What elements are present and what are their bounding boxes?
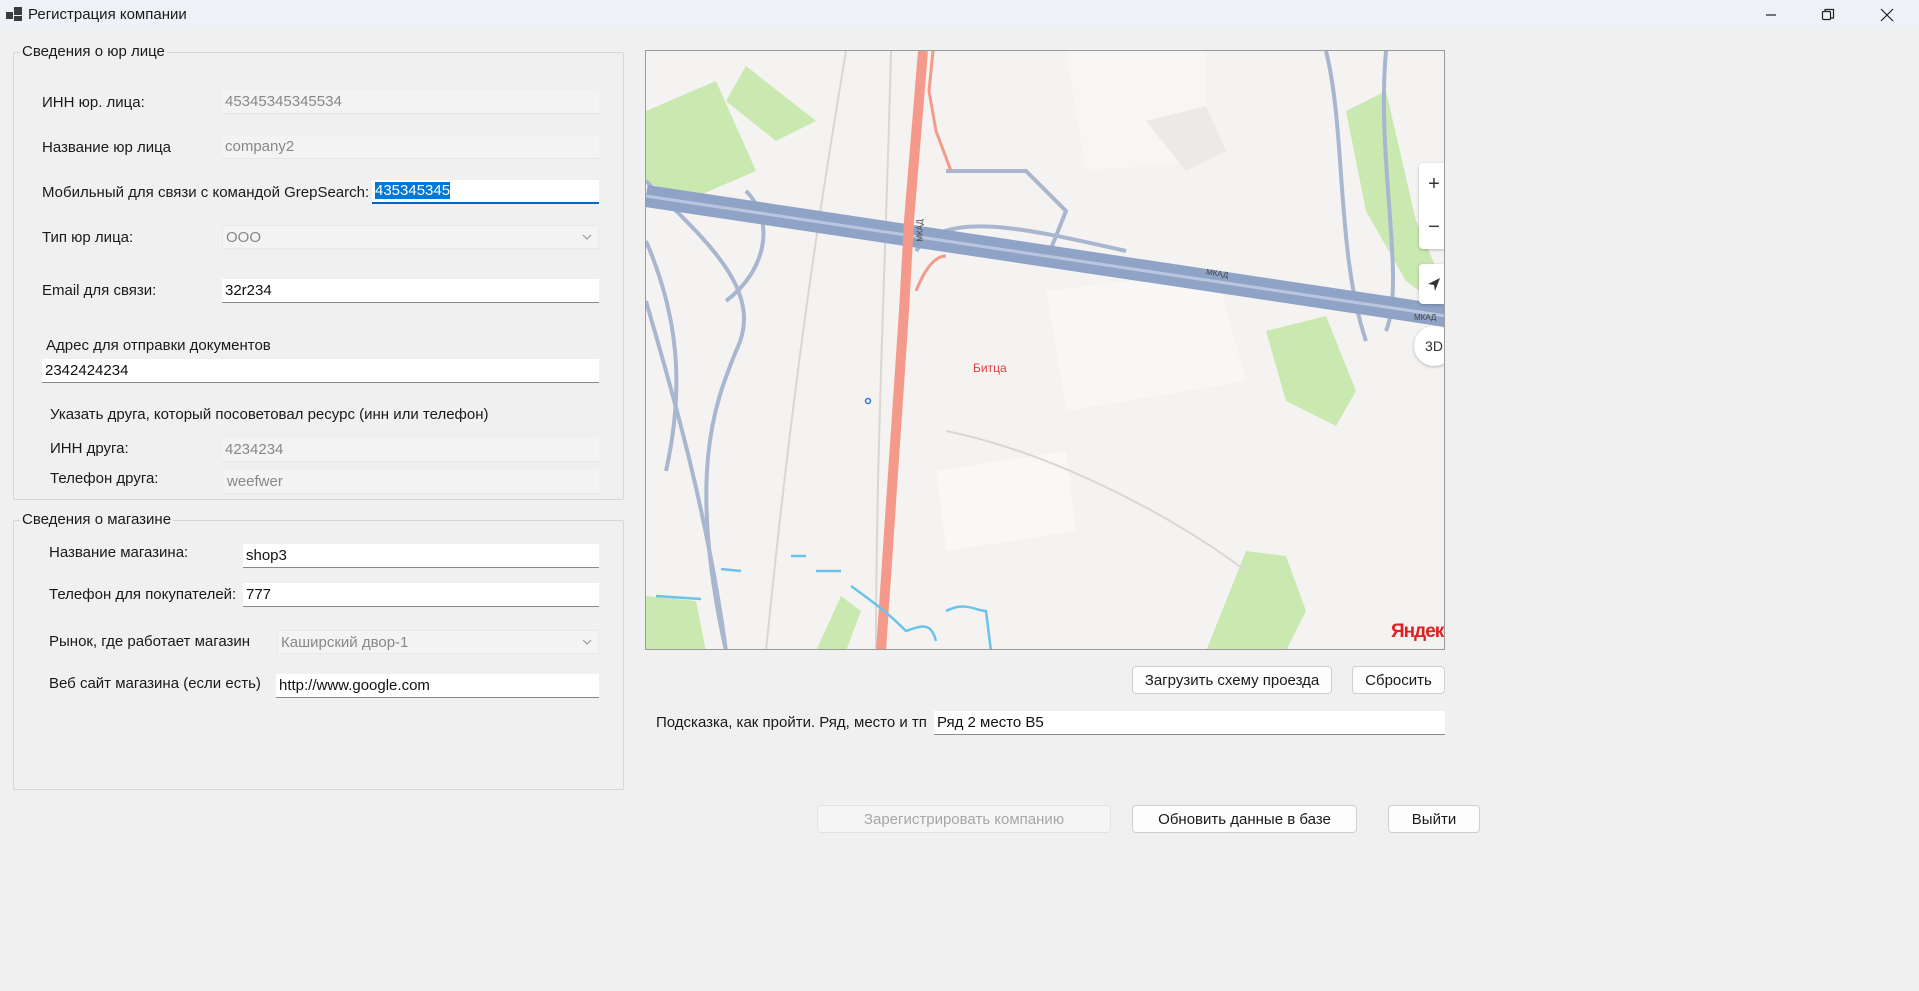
friend-phone-field[interactable] [224, 470, 599, 494]
zoom-out-button[interactable]: − [1428, 206, 1440, 249]
inn-label: ИНН юр. лица: [42, 94, 145, 111]
geolocation-button[interactable] [1419, 264, 1444, 304]
website-field[interactable] [276, 674, 599, 698]
legal-type-label: Тип юр лица: [42, 229, 134, 246]
friend-hint-label: Указать друга, который посоветовал ресур… [50, 406, 489, 423]
title-bar [0, 0, 1919, 30]
place-label: Битца [973, 361, 1007, 375]
upload-scheme-button[interactable]: Загрузить схему проезда [1132, 666, 1332, 694]
address-field[interactable] [42, 359, 599, 383]
legal-entity-group [13, 52, 624, 500]
hint-field[interactable] [934, 711, 1445, 735]
app-icon [6, 7, 22, 21]
friend-inn-label: ИНН друга: [50, 440, 129, 457]
register-company-button[interactable]: Зарегистрировать компанию [817, 805, 1111, 833]
chevron-down-icon [582, 234, 592, 240]
shop-name-label: Название магазина: [49, 544, 189, 561]
legal-entity-group-title: Сведения о юр лице [20, 43, 167, 60]
road-label: МКАД [1414, 313, 1437, 322]
yandex-logo: Яндекс [1391, 621, 1444, 642]
restore-icon [1821, 8, 1835, 21]
zoom-controls: + − [1419, 163, 1444, 249]
map-canvas [646, 51, 1444, 649]
email-label: Email для связи: [42, 282, 157, 299]
address-label: Адрес для отправки документов [46, 337, 271, 354]
legal-type-value: ООО [226, 229, 262, 246]
friend-phone-label: Телефон друга: [50, 470, 159, 487]
shop-phone-label: Телефон для покупателей: [49, 586, 237, 603]
shop-phone-field[interactable] [243, 583, 599, 607]
minimize-button[interactable] [1748, 0, 1794, 30]
legal-name-field[interactable] [222, 135, 599, 159]
location-arrow-icon [1428, 278, 1440, 291]
email-field[interactable] [222, 279, 599, 303]
close-button[interactable] [1864, 0, 1910, 30]
window-title: Регистрация компании [28, 6, 187, 23]
market-value: Каширский двор-1 [281, 634, 409, 651]
update-data-button[interactable]: Обновить данные в базе [1132, 805, 1357, 833]
shop-group-title: Сведения о магазине [20, 511, 174, 528]
legal-name-label: Название юр лица [42, 139, 172, 156]
3d-mode-label: 3D [1425, 338, 1443, 354]
inn-field[interactable] [222, 90, 599, 114]
road-label: МКАД [915, 219, 925, 242]
zoom-in-button[interactable]: + [1428, 163, 1440, 206]
website-label: Веб сайт магазина (если есть) [49, 675, 261, 692]
shop-name-field[interactable] [243, 544, 599, 568]
friend-inn-field[interactable] [222, 438, 599, 462]
mobile-field-value: 435345345 [375, 182, 451, 199]
map-view[interactable]: Битца МКАД МКАД МКАД + − 3D Яндекс [645, 50, 1445, 650]
mobile-field[interactable]: 435345345 [372, 180, 599, 204]
hint-label: Подсказка, как пройти. Ряд, место и тп [656, 714, 927, 731]
market-label: Рынок, где работает магазин [49, 633, 251, 650]
market-select[interactable]: Каширский двор-1 [277, 630, 599, 654]
minimize-icon [1766, 14, 1776, 16]
chevron-down-icon [582, 639, 592, 645]
mobile-label: Мобильный для связи с командой GrepSearc… [42, 184, 370, 201]
close-icon [1880, 8, 1894, 22]
exit-button[interactable]: Выйти [1388, 805, 1480, 833]
restore-button[interactable] [1805, 0, 1851, 30]
reset-button[interactable]: Сбросить [1352, 666, 1445, 694]
legal-type-select[interactable]: ООО [222, 225, 599, 249]
